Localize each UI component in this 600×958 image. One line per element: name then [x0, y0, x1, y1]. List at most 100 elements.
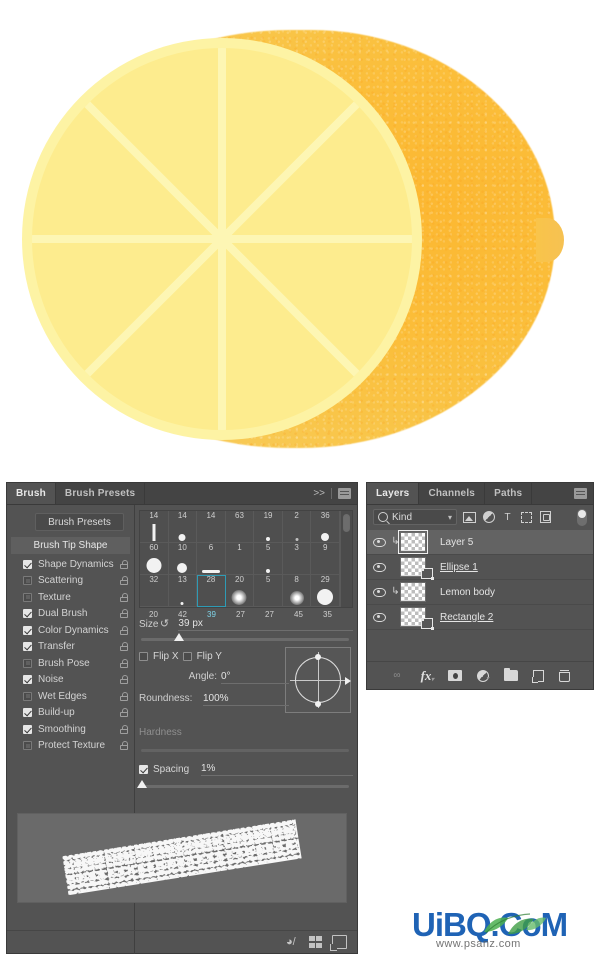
option-color-dynamics[interactable]: Color Dynamics [7, 622, 134, 639]
checkbox-flip-y[interactable] [182, 652, 192, 661]
option-build-up[interactable]: Build-up [7, 705, 134, 722]
vector-mask-badge-icon[interactable] [420, 567, 434, 580]
lock-icon[interactable] [120, 642, 128, 652]
checkbox-noise[interactable] [23, 675, 32, 685]
brush-tip-cell[interactable]: 32 [140, 575, 169, 607]
brush-tip-cell[interactable]: 6 [197, 543, 226, 575]
size-value-field[interactable]: 39 px [178, 618, 353, 631]
scrollbar-thumb[interactable] [343, 514, 350, 532]
roundness-value-field[interactable]: 100% [203, 693, 289, 706]
layer-thumbnail[interactable] [400, 557, 434, 580]
tab-brush-presets[interactable]: Brush Presets [56, 483, 146, 504]
brush-tip-cell[interactable]: 13 [168, 575, 198, 607]
lock-icon[interactable] [120, 576, 128, 586]
option-transfer[interactable]: Transfer [7, 639, 134, 656]
layer-filter-kind-select[interactable]: Kind ▾ [373, 509, 457, 525]
panel-menu-icon[interactable] [574, 488, 587, 499]
brush-tip-cell[interactable]: 10 [168, 543, 198, 575]
layer-thumbnail[interactable] [400, 607, 434, 630]
option-protect-texture[interactable]: Protect Texture [7, 738, 134, 755]
size-slider[interactable] [141, 633, 349, 641]
brush-tip-cell[interactable]: 60 [140, 543, 169, 575]
lock-icon[interactable] [120, 658, 128, 668]
option-noise[interactable]: Noise [7, 672, 134, 689]
brush-tip-cell[interactable]: 29 [311, 575, 340, 607]
brush-tip-cell[interactable]: 1 [225, 543, 255, 575]
checkbox-protect-texture[interactable] [23, 741, 32, 751]
layer-visibility-eye-icon[interactable] [367, 537, 391, 547]
layer-mask-icon[interactable] [448, 670, 462, 681]
brush-presets-button[interactable]: Brush Presets [35, 513, 124, 531]
toggle-brush-settings-icon[interactable]: ◕/ [286, 936, 299, 948]
brush-tip-cell[interactable]: 3 [282, 543, 312, 575]
lock-icon[interactable] [120, 724, 128, 734]
brush-tip-cell[interactable]: 5 [254, 543, 283, 575]
checkbox-brush-pose[interactable] [23, 658, 32, 668]
panel-menu-icon[interactable] [338, 488, 351, 499]
checkbox-dual-brush[interactable] [23, 609, 32, 619]
lock-icon[interactable] [120, 559, 128, 569]
lock-icon[interactable] [120, 592, 128, 602]
brush-tip-cell[interactable]: 9 [311, 543, 340, 575]
layer-style-fx-icon[interactable]: fx ▾ [419, 668, 434, 684]
option-texture[interactable]: Texture [7, 589, 134, 606]
vector-mask-badge-icon[interactable] [420, 617, 434, 630]
new-layer-icon[interactable] [531, 669, 544, 683]
filter-enable-toggle[interactable] [577, 508, 587, 526]
checkbox-transfer[interactable] [23, 642, 32, 652]
brush-tip-grid[interactable]: 14 14 14 63 19 2 36 60 10 6 1 5 3 9 32 1… [139, 510, 353, 608]
filter-pixel-icon[interactable] [463, 511, 476, 524]
brush-tip-cell[interactable]: 14 [168, 511, 198, 543]
brush-angle-roundness-control[interactable] [285, 647, 351, 713]
layer-name[interactable]: Lemon body [440, 587, 495, 598]
layer-name[interactable]: Rectangle 2 [440, 612, 493, 623]
roundness-handle-bottom[interactable] [315, 701, 321, 707]
checkbox-shape-dynamics[interactable] [23, 559, 32, 569]
size-slider-knob[interactable] [174, 633, 185, 641]
layer-name[interactable]: Layer 5 [440, 537, 473, 548]
lock-icon[interactable] [120, 691, 128, 701]
brush-tip-cell[interactable]: 20 [225, 575, 255, 607]
layer-row-ellipse-1[interactable]: Ellipse 1 [367, 555, 593, 580]
brush-tip-cell[interactable]: 19 [254, 511, 283, 543]
brush-tip-cell[interactable]: 8 [282, 575, 312, 607]
brush-tip-cell[interactable]: 63 [225, 511, 255, 543]
layer-row-lemon-body[interactable]: ↳ Lemon body [367, 580, 593, 605]
new-brush-icon[interactable] [330, 935, 347, 951]
tab-channels[interactable]: Channels [419, 483, 486, 504]
checkbox-flip-x[interactable] [139, 652, 148, 661]
option-dual-brush[interactable]: Dual Brush [7, 606, 134, 623]
link-layers-icon[interactable]: ∞ [390, 669, 404, 682]
option-scattering[interactable]: Scattering [7, 573, 134, 590]
tab-brush[interactable]: Brush [7, 483, 56, 504]
tab-layers[interactable]: Layers [367, 483, 420, 504]
layer-row-rectangle-2[interactable]: Rectangle 2 [367, 605, 593, 630]
checkbox-scattering[interactable] [23, 576, 32, 586]
lock-icon[interactable] [120, 708, 128, 718]
option-smoothing[interactable]: Smoothing [7, 721, 134, 738]
option-wet-edges[interactable]: Wet Edges [7, 688, 134, 705]
option-brush-pose[interactable]: Brush Pose [7, 655, 134, 672]
lock-icon[interactable] [120, 675, 128, 685]
reset-arrow-icon[interactable]: ↺ [158, 618, 170, 630]
adjustment-layer-icon[interactable]: ▾ [477, 669, 489, 682]
checkbox-smoothing[interactable] [23, 724, 32, 734]
layer-thumbnail[interactable] [400, 582, 426, 602]
layer-visibility-eye-icon[interactable] [367, 562, 391, 572]
brush-presets-grid-icon[interactable] [309, 936, 322, 948]
collapse-chevrons-icon[interactable]: >> [313, 488, 325, 499]
roundness-circle[interactable] [295, 657, 341, 703]
angle-handle-arrow[interactable] [345, 677, 351, 685]
checkbox-color-dynamics[interactable] [23, 625, 32, 635]
checkbox-build-up[interactable] [23, 708, 32, 718]
brush-grid-scrollbar[interactable] [340, 511, 352, 607]
option-shape-dynamics[interactable]: Shape Dynamics [7, 556, 134, 573]
layer-row-layer-5[interactable]: ↳ Layer 5 [367, 529, 593, 555]
brush-tip-cell[interactable]: 5 [254, 575, 283, 607]
brush-tip-cell[interactable]: 2 [282, 511, 312, 543]
spacing-slider-knob[interactable] [137, 780, 147, 788]
angle-value-field[interactable]: 0° [221, 671, 289, 684]
spacing-slider[interactable] [137, 780, 349, 788]
roundness-handle-top[interactable] [315, 654, 321, 660]
brush-tip-cell[interactable]: 14 [197, 511, 226, 543]
